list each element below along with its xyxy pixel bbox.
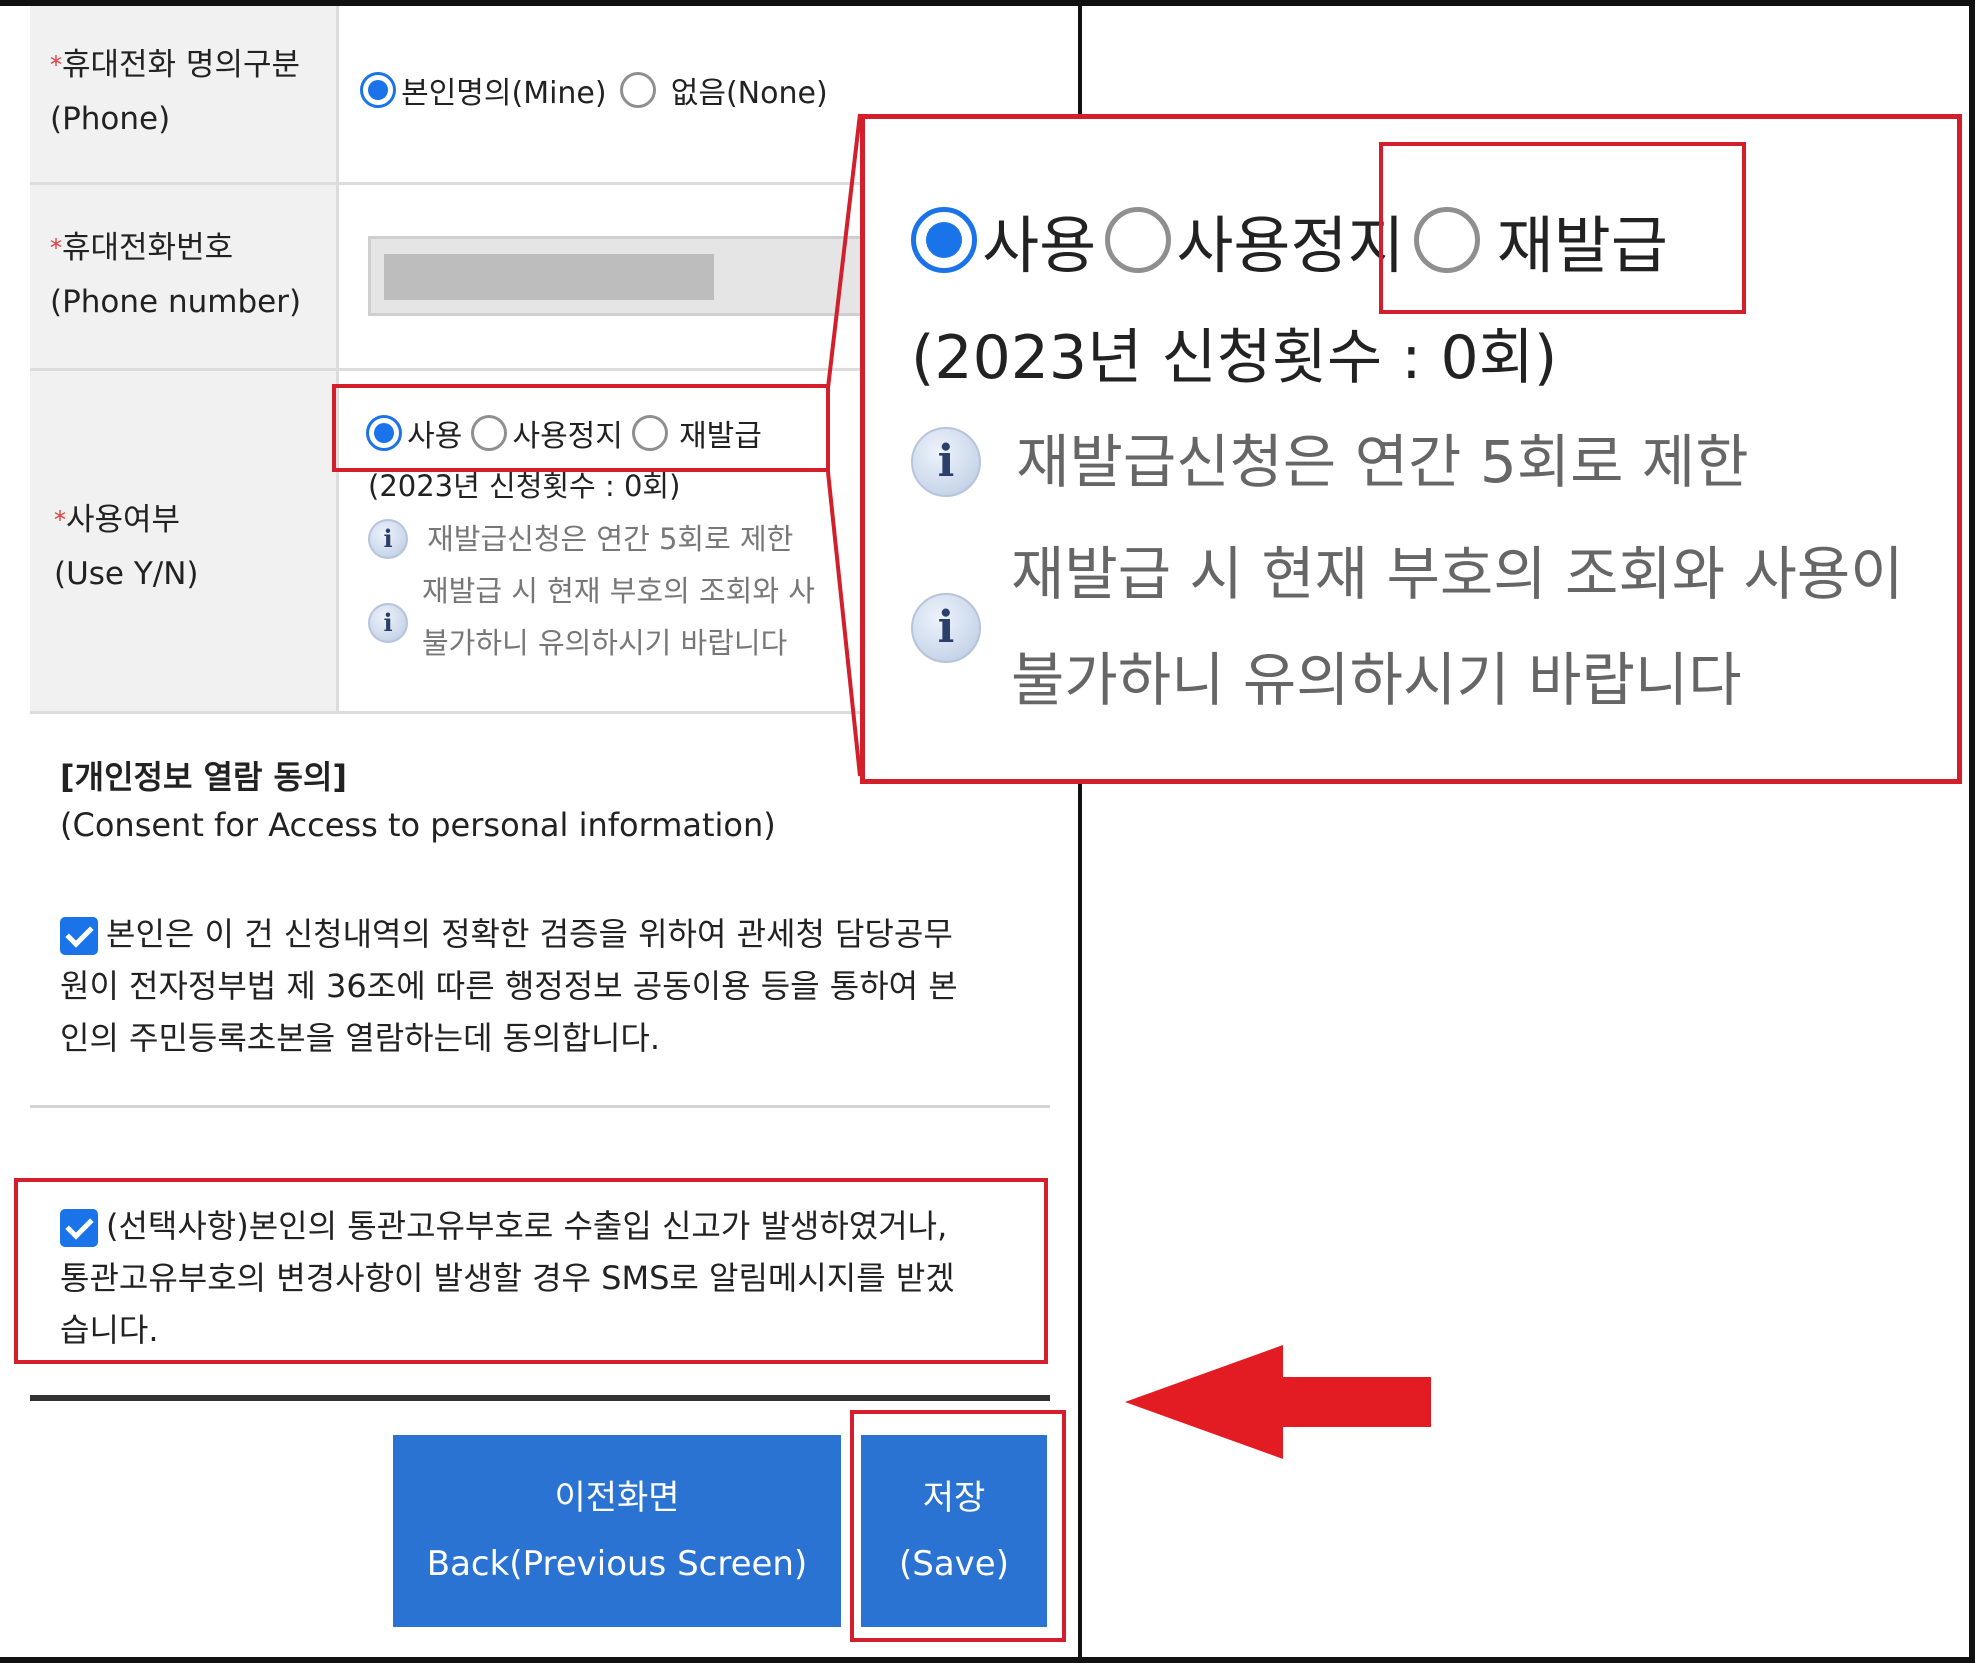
use-status-label-cell: *사용여부 (Use Y/N) <box>30 371 336 711</box>
section-divider <box>30 1105 1050 1108</box>
zoom-radio-use-label: 사용 <box>982 209 1097 282</box>
column-divider <box>336 6 339 711</box>
radio-mine[interactable] <box>360 72 396 108</box>
zoom-reissue-count: (2023년 신청횟수 : 0회) <box>911 323 1558 393</box>
phone-number-masked-value <box>384 254 714 300</box>
consent-agree-privacy: 본인은 이 건 신청내역의 정확한 검증을 위하여 관세청 담당공무 원이 전자… <box>60 915 958 1057</box>
reissue-warning-note: 재발급 시 현재 부호의 조회와 사 불가하니 유의하시기 바랍니다 <box>422 574 815 660</box>
button-bar-divider <box>30 1395 1050 1401</box>
frame-bottom <box>0 1657 1975 1663</box>
radio-none-label: 없음(None) <box>670 76 828 111</box>
zoom-reissue-limit-note: 재발급신청은 연간 5회로 제한 <box>1016 428 1749 496</box>
phone-owner-label: *휴대전화 명의구분 (Phone) <box>50 47 301 137</box>
radio-mine-label: 본인명의(Mine) <box>401 76 607 111</box>
use-status-label: *사용여부 (Use Y/N) <box>54 502 199 592</box>
consent-title: [개인정보 열람 동의] <box>60 758 348 796</box>
radio-none[interactable] <box>619 72 656 108</box>
reissue-limit-note: 재발급신청은 연간 5회로 제한 <box>427 522 794 556</box>
consent-subtitle: (Consent for Access to personal informat… <box>60 806 776 844</box>
zoom-radio-suspend[interactable] <box>1105 207 1172 273</box>
phone-number-label: *휴대전화번호 (Phone number) <box>50 230 302 320</box>
privacy-consent-checkbox[interactable] <box>60 917 98 955</box>
zoom-radio-suspend-label: 사용정지 <box>1176 209 1405 282</box>
info-icon: i <box>368 603 408 643</box>
zoom-info-icon: i <box>911 427 981 497</box>
phone-number-label-cell: *휴대전화번호 (Phone number) <box>30 185 336 368</box>
info-icon: i <box>368 519 408 559</box>
phone-owner-label-cell: *휴대전화 명의구분 (Phone) <box>30 6 336 182</box>
sms-consent-highlight <box>14 1178 1048 1364</box>
zoom-reissue-warning-note: 재발급 시 현재 부호의 조회와 사용이 불가하니 유의하시기 바랍니다 <box>1011 540 1904 714</box>
frame-right <box>1969 0 1975 1663</box>
save-button-highlight <box>850 1410 1066 1642</box>
zoom-info-icon: i <box>911 593 981 663</box>
zoom-reissue-highlight <box>1379 142 1746 314</box>
use-options-highlight <box>332 384 830 472</box>
back-button[interactable]: 이전화면 Back(Previous Screen) <box>393 1435 841 1627</box>
zoom-radio-use[interactable] <box>911 207 977 273</box>
pointer-arrow-icon <box>1125 1345 1431 1459</box>
